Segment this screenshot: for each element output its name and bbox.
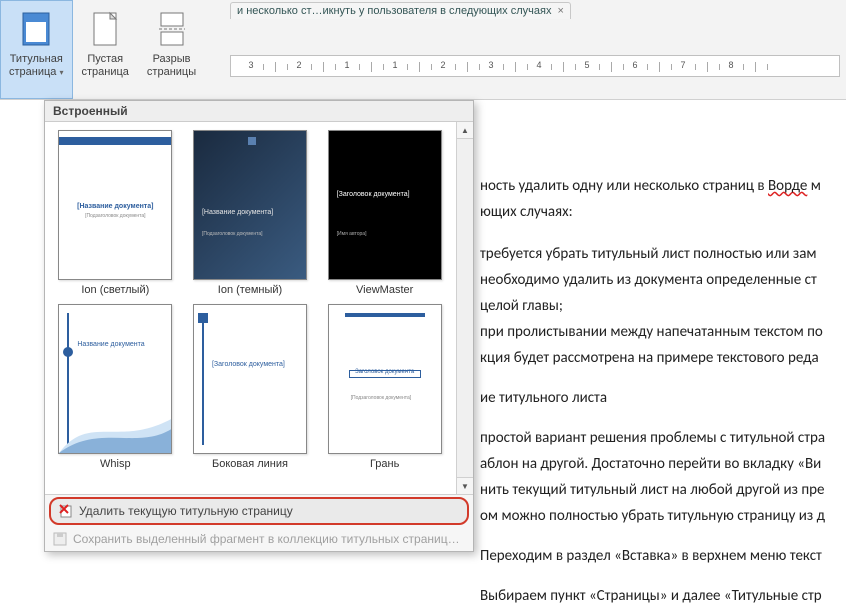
gallery-item-ion-dark[interactable]: [Название документа] [Подзаголовок докум… [186, 130, 315, 296]
blank-page-icon [87, 9, 123, 49]
dropdown-footer: Удалить текущую титульную страницу Сохра… [45, 494, 473, 551]
page-break-icon [154, 9, 190, 49]
save-selection-action: Сохранить выделенный фрагмент в коллекци… [45, 527, 473, 551]
gallery-item-label: Ion (светлый) [81, 284, 149, 296]
document-tabs: и несколько ст…икнуть у пользователя в с… [230, 2, 571, 19]
gallery-item-whisp[interactable]: Название документа Whisp [51, 304, 180, 470]
remove-cover-page-action[interactable]: Удалить текущую титульную страницу [49, 497, 469, 525]
scroll-down-icon[interactable]: ▼ [457, 477, 473, 494]
gallery-item-ion-light[interactable]: [Название документа] [Подзаголовок докум… [51, 130, 180, 296]
ruler[interactable]: 32112345678 [230, 55, 840, 77]
page-break-button[interactable]: Разрывстраницы [138, 0, 205, 99]
blank-page-button[interactable]: Пустаястраница [73, 0, 138, 99]
ribbon: Титульнаястраница ▾ Пустаястраница Разры… [0, 0, 846, 100]
chevron-down-icon: ▾ [59, 68, 63, 77]
save-icon [53, 532, 67, 546]
scroll-up-icon[interactable]: ▲ [457, 122, 473, 139]
cover-page-icon [18, 9, 54, 49]
cover-page-dropdown: Встроенный [Название документа] [Подзаго… [44, 100, 474, 552]
gallery-item-label: Боковая линия [212, 458, 288, 470]
document-content[interactable]: ность удалить одну или несколько страниц… [480, 175, 836, 611]
dropdown-section-header: Встроенный [45, 101, 473, 122]
document-tab[interactable]: и несколько ст…икнуть у пользователя в с… [230, 2, 571, 19]
gallery-item-sideline[interactable]: [Заголовок документа] Боковая линия [186, 304, 315, 470]
document-tab-title: и несколько ст…икнуть у пользователя в с… [237, 5, 551, 17]
gallery-item-label: Ion (темный) [218, 284, 282, 296]
delete-icon [59, 504, 73, 518]
gallery-item-label: ViewMaster [356, 284, 413, 296]
cover-page-gallery: [Название документа] [Подзаголовок докум… [45, 122, 473, 494]
gallery-item-facet[interactable]: Заголовок документа [Подзаголовок докуме… [320, 304, 449, 470]
action-label: Удалить текущую титульную страницу [79, 504, 293, 518]
gallery-item-viewmaster[interactable]: [Заголовок документа] [Имя автора] ViewM… [320, 130, 449, 296]
gallery-item-label: Whisp [100, 458, 131, 470]
cover-page-button[interactable]: Титульнаястраница ▾ [0, 0, 73, 99]
scrollbar[interactable]: ▲ ▼ [456, 122, 473, 494]
close-icon[interactable]: × [557, 5, 563, 17]
gallery-item-label: Грань [370, 458, 399, 470]
action-label: Сохранить выделенный фрагмент в коллекци… [73, 532, 460, 546]
